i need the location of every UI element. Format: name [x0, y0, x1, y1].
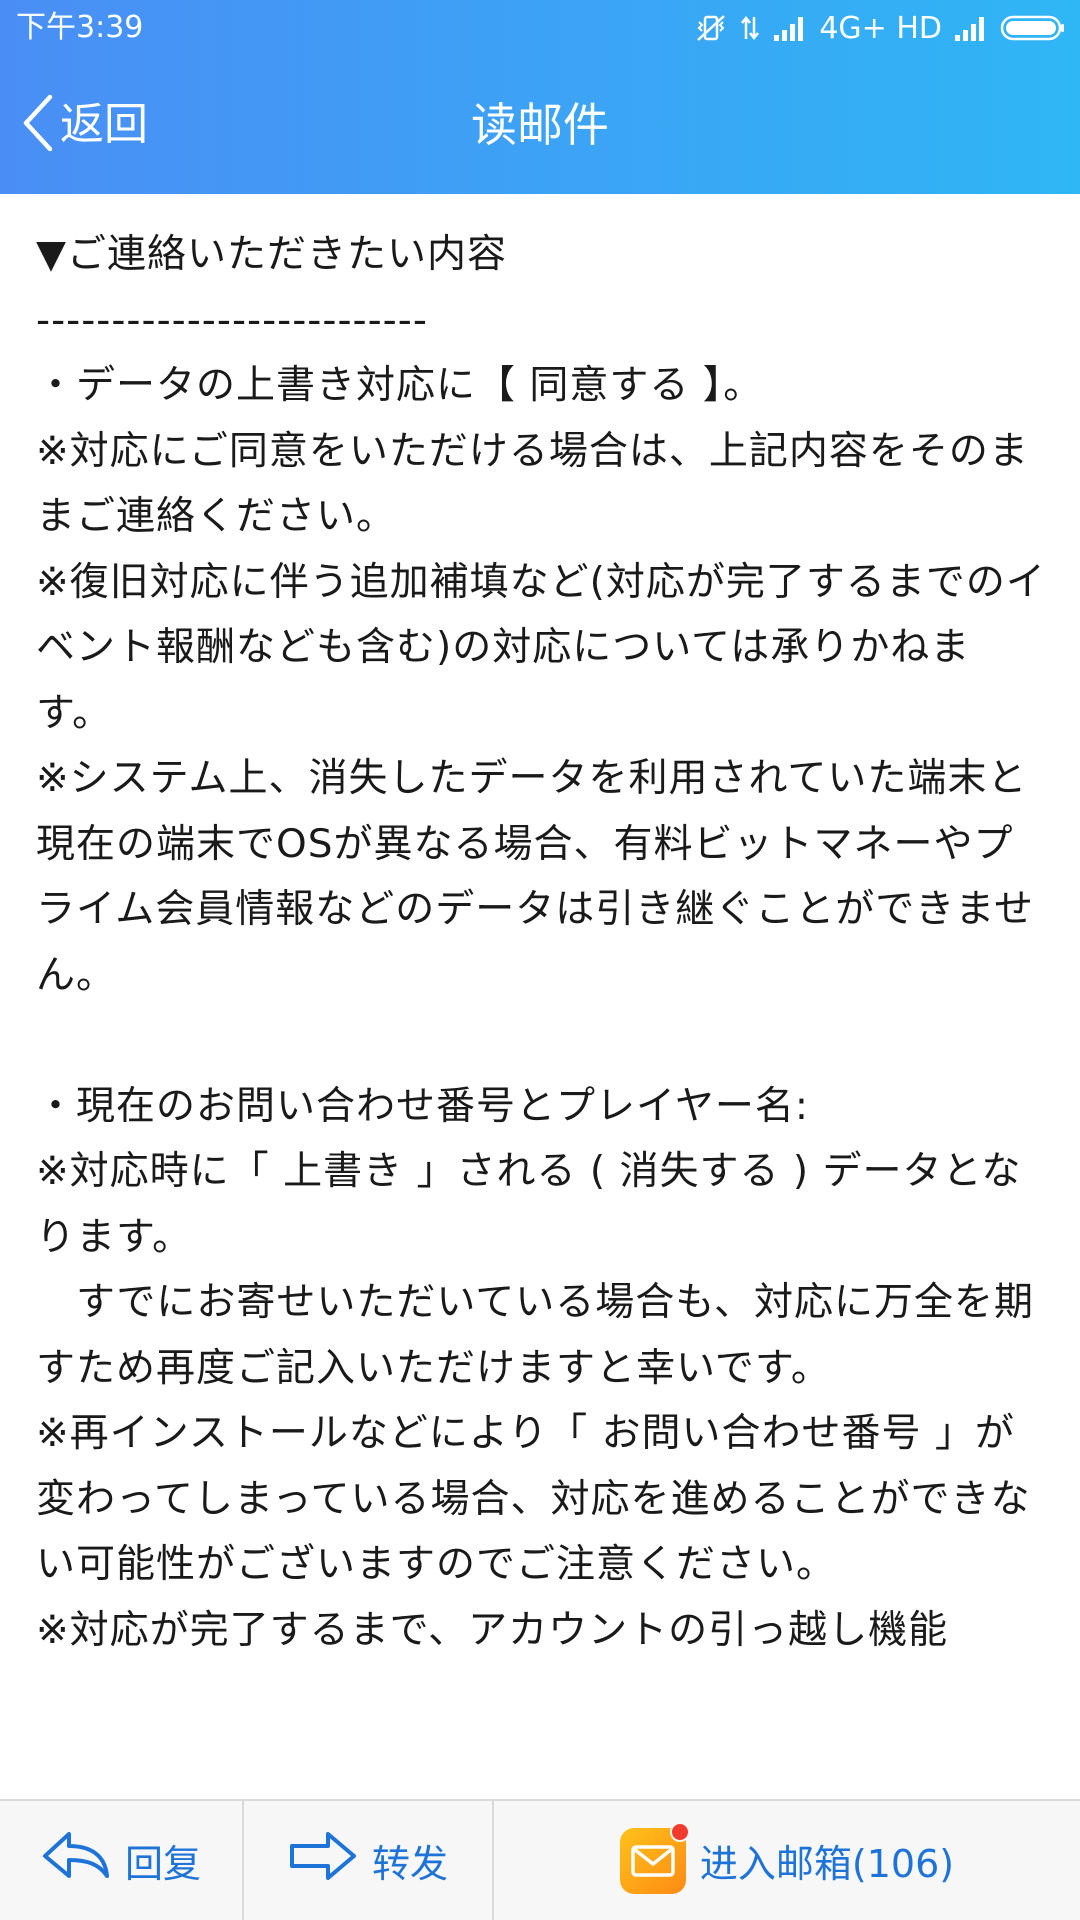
mail-line: すでにお寄せいただいている場合も、対応に万全を期すため再度ご記入いただけますと幸… — [36, 1280, 1035, 1391]
mail-line: ・データの上書き対応に【 同意する 】。 — [36, 363, 764, 408]
mail-blank-line — [36, 1008, 1046, 1074]
page-title: 读邮件 — [471, 98, 609, 152]
mail-line: ▼ご連絡いただきたい内容 — [36, 232, 507, 277]
reply-arrow-icon — [41, 1830, 111, 1891]
network-type-label: 4G+ HD — [819, 10, 942, 46]
data-transfer-icon — [739, 13, 761, 43]
forward-button[interactable]: 转发 — [244, 1801, 494, 1920]
enter-mailbox-button[interactable]: 进入邮箱(106) — [494, 1801, 1080, 1920]
bottom-action-bar: 回复 转发 进入邮箱(106) — [0, 1799, 1080, 1920]
reply-button[interactable]: 回复 — [0, 1801, 244, 1920]
battery-icon — [1000, 14, 1066, 42]
mail-envelope-icon — [619, 1821, 690, 1894]
mail-line: ※対応にご同意をいただける場合は、上記内容をそのままご連絡ください。 — [36, 428, 1029, 540]
mail-divider: -------------------------- — [36, 297, 428, 343]
mail-line: ※対応が完了するまで、アカウントの引っ越し機能 — [36, 1607, 949, 1653]
forward-arrow-icon — [288, 1830, 358, 1891]
status-time: 下午3:39 — [16, 10, 144, 45]
status-bar: 下午3:39 4G+ HD — [0, 0, 1080, 56]
status-icons: 4G+ HD — [695, 10, 1066, 46]
enter-mailbox-label: 进入邮箱(106) — [699, 1842, 955, 1886]
nav-bar: 返回 读邮件 — [0, 60, 1080, 190]
mail-line: ※対応時に「 上書き 」される ( 消失する ) データとなります。 — [36, 1149, 1022, 1260]
forward-label: 转发 — [371, 1842, 448, 1886]
app-header: 下午3:39 4G+ HD 返回 读邮件 — [0, 0, 1080, 194]
signal-strength-2-icon — [954, 15, 988, 41]
mail-line: ※システム上、消失したデータを利用されていた端末と現在の端末でOSが異なる場合、… — [36, 756, 1035, 998]
mail-body: ▼ご連絡いただきたい内容 -------------------------- … — [36, 222, 1046, 1800]
vibrate-off-icon — [695, 13, 727, 43]
mail-line: ・現在のお問い合わせ番号とプレイヤー名: — [36, 1083, 809, 1129]
signal-strength-icon — [773, 15, 807, 41]
mail-line: ※再インストールなどにより「 お問い合わせ番号 」が変わってしまっている場合、対… — [36, 1411, 1031, 1587]
mail-line: ※復旧対応に伴う追加補填など(対応が完了するまでのイベント報酬なども含む)の対応… — [36, 559, 1046, 736]
notification-dot — [669, 1821, 690, 1842]
reply-label: 回复 — [124, 1842, 201, 1886]
